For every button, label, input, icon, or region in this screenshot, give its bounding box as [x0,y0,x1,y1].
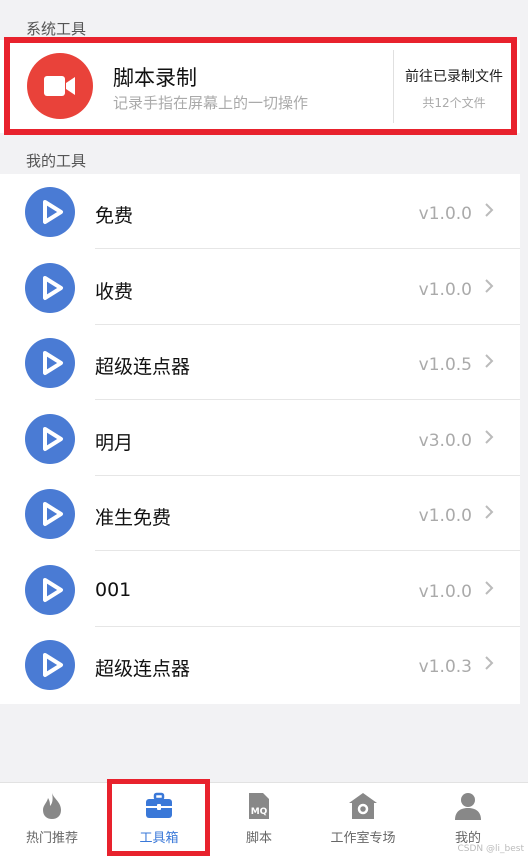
mq-file-icon: MQ [249,793,269,819]
studio-house-icon [349,793,377,819]
tab-label: 热门推荐 [25,831,78,846]
tool-version: v1.0.3 [418,657,472,677]
play-icon [25,565,75,615]
chevron-right-icon [485,279,494,293]
tool-name: 超级连点器 [95,658,191,680]
chevron-right-icon [485,656,494,670]
play-icon [25,263,75,313]
tab-hot-recommend[interactable]: 热门推荐 [2,783,102,859]
play-icon [25,187,75,237]
list-item[interactable]: 超级连点器 v1.0.3 [0,627,520,702]
chevron-right-icon [485,430,494,444]
toolbox-screen: 系统工具 脚本录制 记录手指在屏幕上的一切操作 前往已录制文件 共12个文件 我… [0,0,528,859]
video-camera-icon [27,53,93,119]
my-tools-list: 免费 v1.0.0 收费 v1.0.0 超级连点器 v1.0.5 明月 v3.0… [0,174,520,704]
list-item[interactable]: 免费 v1.0.0 [0,174,520,249]
go-to-recorded-files-link[interactable]: 前往已录制文件 [398,66,510,86]
tool-name: 准生免费 [95,507,172,529]
chevron-right-icon [485,505,494,519]
flame-icon [43,793,61,819]
play-icon [25,414,75,464]
section-header-my-tools: 我的工具 [26,152,87,170]
script-recording-title: 脚本录制 [113,66,197,90]
watermark: CSDN @li_best [457,844,525,854]
tool-version: v3.0.0 [418,431,472,451]
toolbox-icon [146,792,172,818]
list-item[interactable]: 超级连点器 v1.0.5 [0,325,520,400]
tab-label: 脚本 [245,831,272,846]
chevron-right-icon [485,581,494,595]
tab-label: 工具箱 [139,831,179,846]
bottom-tab-bar: 热门推荐 工具箱 MQ 脚本 工作室专场 我的 [0,782,528,859]
script-recording-description: 记录手指在屏幕上的一切操作 [113,94,309,112]
list-item[interactable]: 001 v1.0.0 [0,552,520,627]
tool-name: 明月 [95,432,134,454]
person-icon [455,793,481,820]
tab-studio[interactable]: 工作室专场 [313,783,413,859]
chevron-right-icon [485,203,494,217]
tool-version: v1.0.0 [418,582,472,602]
tool-name: 超级连点器 [95,356,191,378]
list-item[interactable]: 收费 v1.0.0 [0,250,520,325]
svg-text:MQ: MQ [251,807,268,817]
tool-version: v1.0.0 [418,204,472,224]
tab-label: 工作室专场 [330,831,396,846]
play-icon [25,338,75,388]
play-icon [25,640,75,690]
divider [95,550,520,551]
script-recording-card[interactable]: 脚本录制 记录手指在屏幕上的一切操作 前往已录制文件 共12个文件 [0,40,520,133]
section-header-system-tools: 系统工具 [26,20,87,38]
tool-name: 001 [95,579,132,601]
list-item[interactable]: 准生免费 v1.0.0 [0,476,520,551]
tool-name: 收费 [95,281,134,303]
tool-name: 免费 [95,205,134,227]
divider [95,248,520,249]
tool-version: v1.0.0 [418,506,472,526]
tool-version: v1.0.5 [418,355,472,375]
play-icon [25,489,75,539]
divider [393,50,394,123]
divider [95,399,520,400]
tool-version: v1.0.0 [418,280,472,300]
tab-scripts[interactable]: MQ 脚本 [209,783,309,859]
chevron-right-icon [485,354,494,368]
recorded-file-count: 共12个文件 [422,96,486,110]
tab-toolbox[interactable]: 工具箱 [109,783,209,859]
list-item[interactable]: 明月 v3.0.0 [0,401,520,476]
